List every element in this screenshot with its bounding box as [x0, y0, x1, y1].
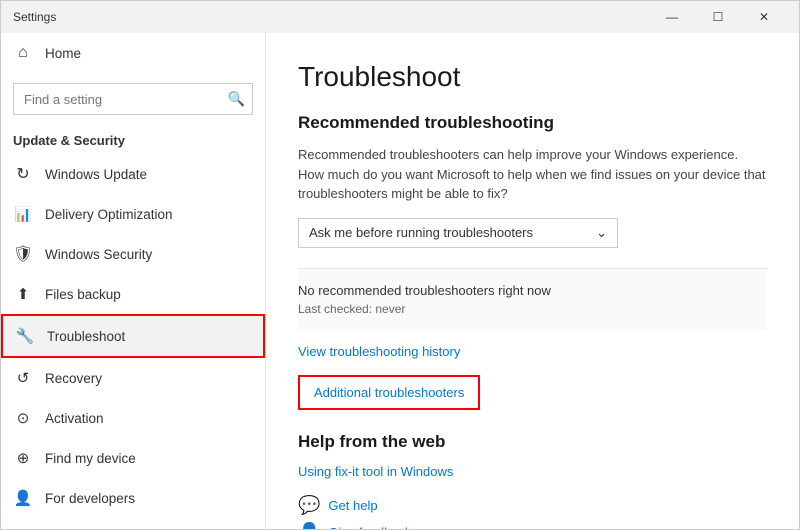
- give-feedback-link[interactable]: Give feedback: [328, 525, 411, 530]
- minimize-button[interactable]: —: [649, 1, 695, 33]
- status-main-text: No recommended troubleshooters right now: [298, 283, 767, 298]
- sidebar-label-files-backup: Files backup: [45, 287, 121, 302]
- dropdown-value: Ask me before running troubleshooters: [309, 225, 533, 240]
- sidebar-search: 🔍: [13, 83, 253, 115]
- recommended-section-title: Recommended troubleshooting: [298, 113, 767, 133]
- sidebar: ⌂ Home 🔍 Update & Security ↻ Windows Upd…: [1, 33, 266, 529]
- troubleshoot-icon: 🔧: [15, 326, 35, 346]
- titlebar: Settings — ☐ ✕: [1, 1, 799, 33]
- chevron-down-icon: ⌄: [596, 225, 607, 241]
- sidebar-item-troubleshoot[interactable]: 🔧 Troubleshoot: [1, 314, 265, 358]
- main-content: Troubleshoot Recommended troubleshooting…: [266, 33, 799, 529]
- get-help-item: 💬 Get help: [298, 495, 767, 516]
- sidebar-label-delivery-optimization: Delivery Optimization: [45, 207, 173, 222]
- sidebar-item-find-my-device[interactable]: ⊕ Find my device: [1, 438, 265, 478]
- sidebar-label-find-my-device: Find my device: [45, 451, 136, 466]
- maximize-button[interactable]: ☐: [695, 1, 741, 33]
- sidebar-item-windows-security[interactable]: 🛡 Windows Security: [1, 234, 265, 274]
- sidebar-item-windows-update[interactable]: ↻ Windows Update: [1, 154, 265, 194]
- sidebar-label-windows-update: Windows Update: [45, 167, 147, 182]
- search-icon: 🔍: [228, 91, 245, 108]
- sidebar-item-activation[interactable]: ⊙ Activation: [1, 398, 265, 438]
- sidebar-item-files-backup[interactable]: ⬆ Files backup: [1, 274, 265, 314]
- sidebar-item-for-developers[interactable]: 👤 For developers: [1, 478, 265, 518]
- sidebar-label-home: Home: [45, 46, 81, 61]
- status-sub-text: Last checked: never: [298, 302, 767, 316]
- find-my-device-icon: ⊕: [13, 448, 33, 468]
- sidebar-label-recovery: Recovery: [45, 371, 102, 386]
- sidebar-section-title: Update & Security: [1, 123, 265, 154]
- sidebar-label-activation: Activation: [45, 411, 104, 426]
- window-controls: — ☐ ✕: [649, 1, 787, 33]
- fix-it-link[interactable]: Using fix-it tool in Windows: [298, 464, 767, 479]
- get-help-link[interactable]: Get help: [328, 498, 377, 513]
- content-area: ⌂ Home 🔍 Update & Security ↻ Windows Upd…: [1, 33, 799, 529]
- get-help-icon: 💬: [298, 495, 320, 516]
- give-feedback-icon: 👤: [298, 522, 320, 530]
- troubleshoot-dropdown[interactable]: Ask me before running troubleshooters ⌄: [298, 218, 618, 248]
- recovery-icon: ↺: [13, 368, 33, 388]
- windows-update-icon: ↻: [13, 164, 33, 184]
- sidebar-label-windows-security: Windows Security: [45, 247, 152, 262]
- settings-window: Settings — ☐ ✕ ⌂ Home 🔍 Update & Securit…: [0, 0, 800, 530]
- files-backup-icon: ⬆: [13, 284, 33, 304]
- give-feedback-item: 👤 Give feedback: [298, 522, 767, 530]
- search-input[interactable]: [13, 83, 253, 115]
- windows-security-icon: 🛡: [13, 244, 33, 264]
- window-title: Settings: [13, 10, 56, 24]
- help-section-title: Help from the web: [298, 432, 767, 452]
- sidebar-item-delivery-optimization[interactable]: 📊 Delivery Optimization: [1, 194, 265, 234]
- for-developers-icon: 👤: [13, 488, 33, 508]
- view-troubleshooting-history-link[interactable]: View troubleshooting history: [298, 344, 767, 359]
- home-icon: ⌂: [13, 43, 33, 63]
- sidebar-item-recovery[interactable]: ↺ Recovery: [1, 358, 265, 398]
- additional-troubleshooters-box[interactable]: Additional troubleshooters: [298, 375, 480, 410]
- sidebar-label-for-developers: For developers: [45, 491, 135, 506]
- page-title: Troubleshoot: [298, 61, 767, 93]
- sidebar-item-home[interactable]: ⌂ Home: [1, 33, 265, 73]
- recommended-description: Recommended troubleshooters can help imp…: [298, 145, 767, 204]
- additional-troubleshooters-link[interactable]: Additional troubleshooters: [314, 385, 464, 400]
- delivery-optimization-icon: 📊: [13, 204, 33, 224]
- activation-icon: ⊙: [13, 408, 33, 428]
- sidebar-label-troubleshoot: Troubleshoot: [47, 329, 125, 344]
- close-button[interactable]: ✕: [741, 1, 787, 33]
- status-box: No recommended troubleshooters right now…: [298, 268, 767, 330]
